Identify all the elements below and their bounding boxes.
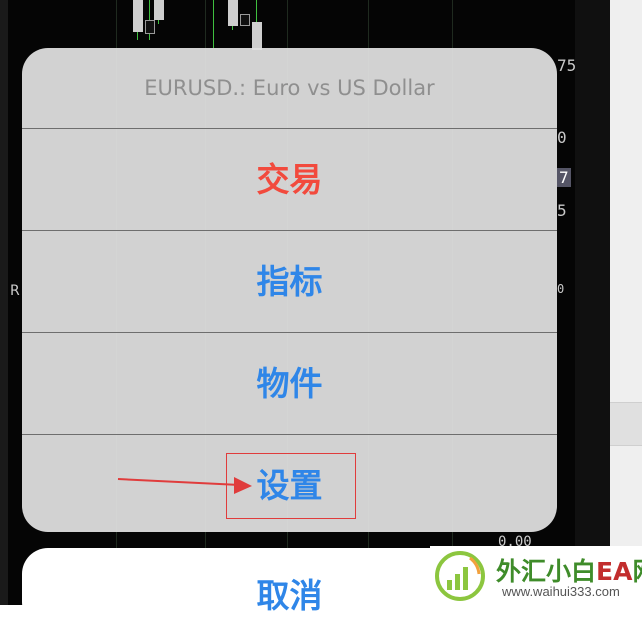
objects-button[interactable]: 物件	[22, 333, 557, 435]
watermark-title-ea: EA	[596, 557, 633, 586]
candle	[240, 14, 250, 26]
watermark-url: www.waihui333.com	[502, 584, 620, 599]
watermark-title-cn: 外汇小白	[496, 557, 597, 586]
price-tick: 75	[557, 56, 577, 75]
candle	[133, 0, 143, 32]
candle	[145, 20, 155, 34]
side-panel	[610, 0, 642, 605]
price-tick: 5	[557, 201, 567, 220]
price-axis	[575, 0, 610, 605]
trade-button[interactable]: 交易	[22, 129, 557, 231]
indicators-button[interactable]: 指标	[22, 231, 557, 333]
price-tick-current: 7	[557, 168, 571, 187]
side-panel-row	[610, 402, 642, 446]
annotation-highlight-box	[226, 453, 356, 519]
candle	[154, 0, 164, 20]
chart-left-strip	[0, 0, 8, 605]
watermark: 外汇小白EA网 www.waihui333.com	[430, 546, 642, 605]
action-sheet-title: EURUSD.: Euro vs US Dollar	[22, 48, 557, 129]
candle	[228, 0, 238, 26]
watermark-title: 外汇小白EA网	[496, 552, 642, 588]
candle-wick	[213, 0, 214, 48]
candle	[252, 22, 262, 50]
price-tick: 0	[557, 128, 567, 147]
watermark-title-tail: 网	[632, 557, 642, 586]
bar-chart-logo-icon	[435, 551, 485, 601]
chart-left-label: R	[10, 283, 20, 299]
price-tick: 0	[557, 282, 565, 296]
